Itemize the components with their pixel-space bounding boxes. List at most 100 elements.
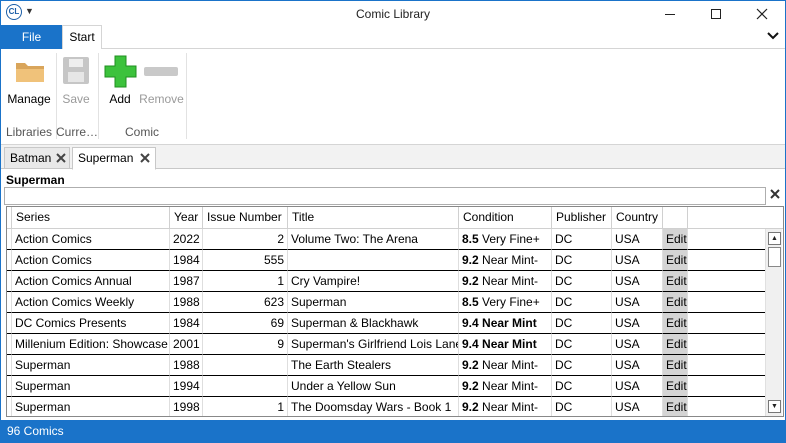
cell-condition[interactable]: 9.2 Near Mint- [459, 355, 552, 376]
table-row[interactable]: DC Comics Presents 1984 69 Superman & Black… [7, 313, 765, 334]
table-row[interactable]: Superman 1998 1 The Doomsday Wars - Book 19… [7, 397, 765, 416]
close-tab-icon[interactable] [55, 152, 67, 164]
cell-publisher[interactable]: DC [552, 313, 612, 334]
cell-publisher[interactable]: DC [552, 271, 612, 292]
filter-input[interactable] [4, 187, 766, 205]
chevron-down-icon[interactable] [766, 29, 780, 43]
edit-button[interactable]: Edit [663, 292, 688, 313]
minimize-button[interactable] [647, 1, 693, 25]
column-header-issue-number[interactable]: Issue Number [203, 207, 288, 229]
cell-series[interactable]: Action Comics Annual [12, 271, 170, 292]
vertical-scrollbar[interactable]: ▲ ▼ [765, 229, 782, 416]
edit-button[interactable]: Edit [663, 229, 688, 250]
cell-year[interactable]: 1994 [170, 376, 203, 397]
cell-year[interactable]: 1988 [170, 292, 203, 313]
cell-year[interactable]: 1998 [170, 397, 203, 416]
cell-title[interactable]: The Earth Stealers [288, 355, 459, 376]
cell-publisher[interactable]: DC [552, 397, 612, 416]
table-row[interactable]: Action Comics 2022 2 Volume Two: The Arena 8… [7, 229, 765, 250]
column-header-series[interactable]: Series [12, 207, 170, 229]
cell-condition[interactable]: 9.2 Near Mint- [459, 271, 552, 292]
cell-publisher[interactable]: DC [552, 334, 612, 355]
cell-series[interactable]: Millenium Edition: Showcase [12, 334, 170, 355]
cell-issue-number[interactable]: 1 [203, 271, 288, 292]
cell-condition[interactable]: 9.4 Near Mint [459, 313, 552, 334]
edit-button[interactable]: Edit [663, 355, 688, 376]
table-row[interactable]: Millenium Edition: Showcase 2001 9 Superman… [7, 334, 765, 355]
column-header-country[interactable]: Country [612, 207, 663, 229]
edit-button[interactable]: Edit [663, 250, 688, 271]
cell-condition[interactable]: 9.2 Near Mint- [459, 250, 552, 271]
cell-country[interactable]: USA [612, 250, 663, 271]
cell-country[interactable]: USA [612, 376, 663, 397]
edit-button[interactable]: Edit [663, 334, 688, 355]
table-row[interactable]: Superman 1988 The Earth Stealers 9.2 Near M… [7, 355, 765, 376]
cell-country[interactable]: USA [612, 229, 663, 250]
cell-condition[interactable]: 8.5 Very Fine+ [459, 292, 552, 313]
cell-year[interactable]: 1984 [170, 313, 203, 334]
cell-issue-number[interactable]: 69 [203, 313, 288, 334]
cell-title[interactable]: Cry Vampire! [288, 271, 459, 292]
cell-publisher[interactable]: DC [552, 376, 612, 397]
cell-publisher[interactable]: DC [552, 229, 612, 250]
edit-button[interactable]: Edit [663, 376, 688, 397]
save-button[interactable]: Save [57, 53, 95, 109]
cell-issue-number[interactable]: 555 [203, 250, 288, 271]
cell-country[interactable]: USA [612, 334, 663, 355]
remove-button[interactable]: Remove [139, 53, 184, 109]
cell-issue-number[interactable]: 9 [203, 334, 288, 355]
tab-start[interactable]: Start [62, 25, 102, 50]
edit-button[interactable]: Edit [663, 397, 688, 416]
cell-country[interactable]: USA [612, 271, 663, 292]
cell-issue-number[interactable] [203, 355, 288, 376]
cell-publisher[interactable]: DC [552, 250, 612, 271]
column-header-publisher[interactable]: Publisher [552, 207, 612, 229]
cell-series[interactable]: Superman [12, 397, 170, 416]
column-header-condition[interactable]: Condition [459, 207, 552, 229]
add-button[interactable]: Add [101, 53, 139, 109]
cell-issue-number[interactable] [203, 376, 288, 397]
cell-year[interactable]: 1987 [170, 271, 203, 292]
cell-issue-number[interactable]: 1 [203, 397, 288, 416]
table-row[interactable]: Superman 1994 Under a Yellow Sun 9.2 Near M… [7, 376, 765, 397]
cell-condition[interactable]: 9.2 Near Mint- [459, 397, 552, 416]
cell-title[interactable]: Superman's Girlfriend Lois Lane [288, 334, 459, 355]
cell-condition[interactable]: 8.5 Very Fine+ [459, 229, 552, 250]
close-button[interactable] [739, 1, 785, 25]
cell-series[interactable]: Action Comics Weekly [12, 292, 170, 313]
cell-condition[interactable]: 9.4 Near Mint [459, 334, 552, 355]
cell-publisher[interactable]: DC [552, 355, 612, 376]
cell-series[interactable]: DC Comics Presents [12, 313, 170, 334]
cell-year[interactable]: 2001 [170, 334, 203, 355]
edit-button[interactable]: Edit [663, 313, 688, 334]
scroll-down-icon[interactable]: ▼ [768, 400, 781, 413]
manage-button[interactable]: Manage [4, 53, 54, 109]
cell-year[interactable]: 1988 [170, 355, 203, 376]
cell-year[interactable]: 2022 [170, 229, 203, 250]
cell-country[interactable]: USA [612, 313, 663, 334]
scrollbar-thumb[interactable] [768, 247, 781, 267]
column-header-title[interactable]: Title [288, 207, 459, 229]
tab-file[interactable]: File [1, 25, 62, 49]
cell-country[interactable]: USA [612, 292, 663, 313]
close-tab-icon[interactable] [139, 152, 151, 164]
cell-issue-number[interactable]: 623 [203, 292, 288, 313]
column-header-year[interactable]: Year [170, 207, 203, 229]
cell-country[interactable]: USA [612, 355, 663, 376]
cell-title[interactable]: Under a Yellow Sun [288, 376, 459, 397]
cell-series[interactable]: Superman [12, 355, 170, 376]
tab-batman[interactable]: Batman [4, 147, 70, 169]
cell-title[interactable]: Superman & Blackhawk [288, 313, 459, 334]
cell-publisher[interactable]: DC [552, 292, 612, 313]
cell-country[interactable]: USA [612, 397, 663, 416]
cell-title[interactable]: Superman [288, 292, 459, 313]
cell-condition[interactable]: 9.2 Near Mint- [459, 376, 552, 397]
cell-issue-number[interactable]: 2 [203, 229, 288, 250]
maximize-button[interactable] [693, 1, 739, 25]
table-row[interactable]: Action Comics Annual 1987 1 Cry Vampire! 9.2… [7, 271, 765, 292]
cell-title[interactable]: Volume Two: The Arena [288, 229, 459, 250]
cell-title[interactable]: The Doomsday Wars - Book 1 [288, 397, 459, 416]
cell-title[interactable] [288, 250, 459, 271]
table-row[interactable]: Action Comics 1984 555 9.2 Near Mint- DC USA E… [7, 250, 765, 271]
cell-series[interactable]: Action Comics [12, 250, 170, 271]
